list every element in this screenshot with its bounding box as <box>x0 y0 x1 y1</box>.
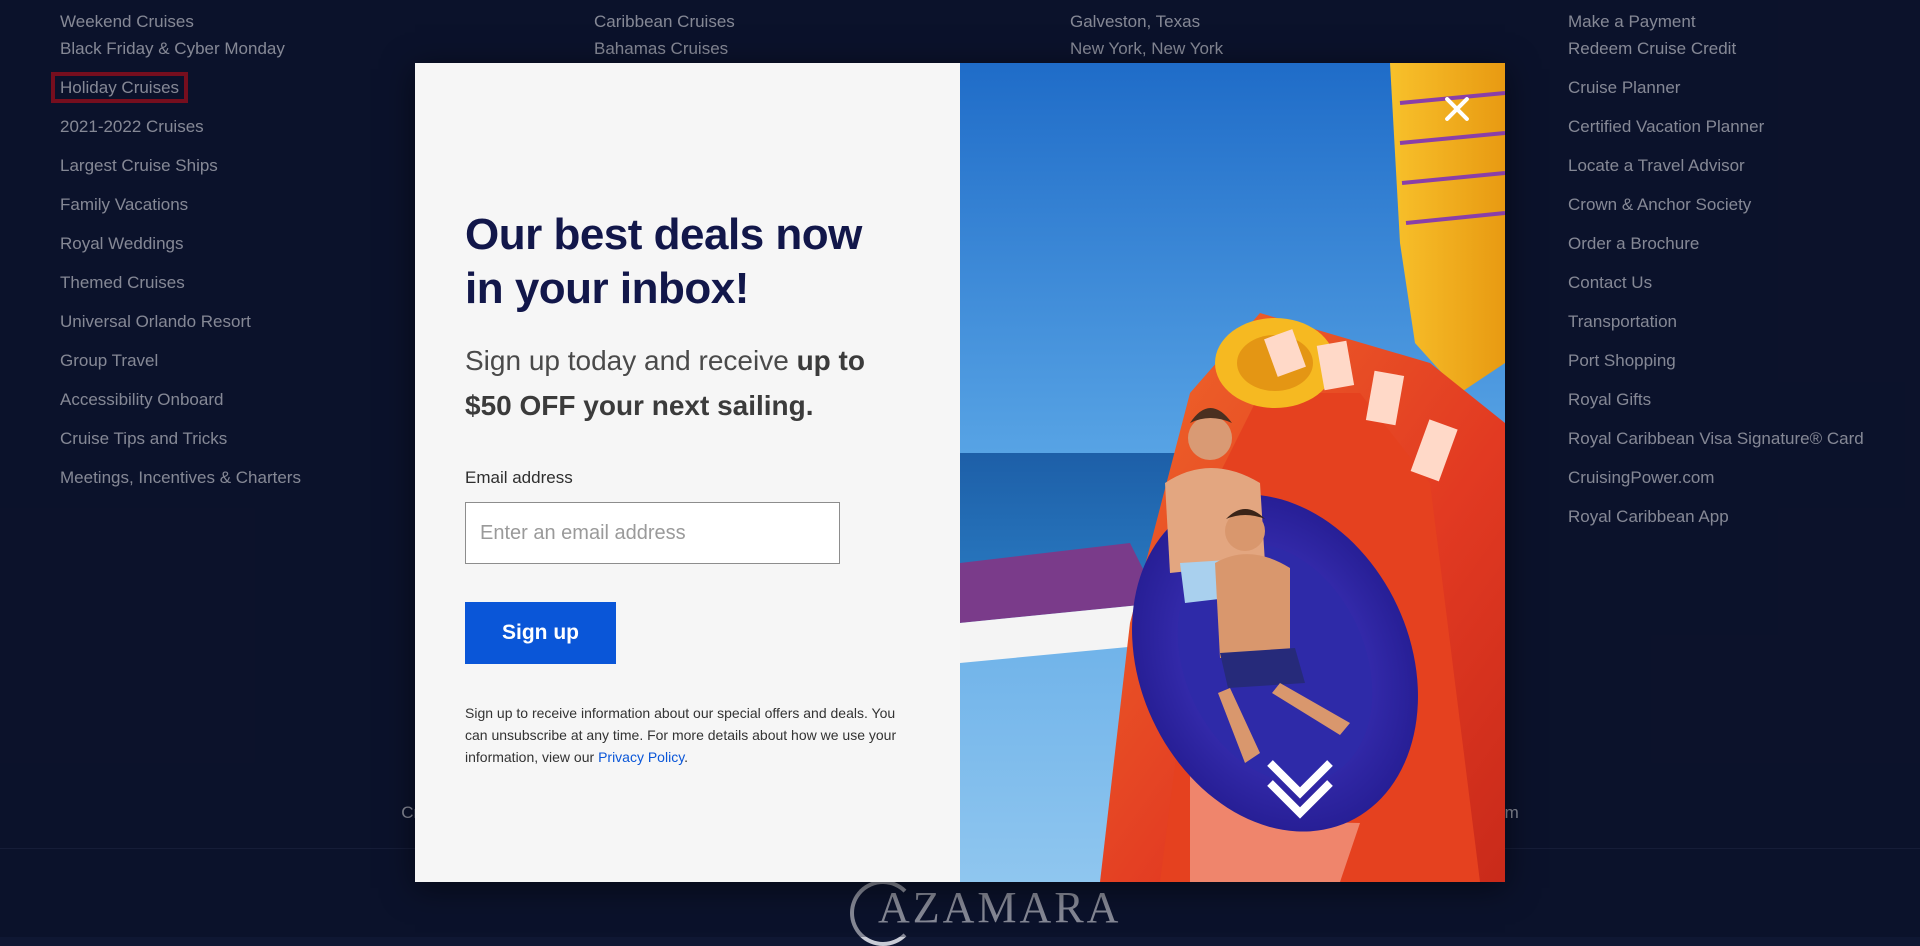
signup-disclaimer: Sign up to receive information about our… <box>465 705 897 765</box>
close-icon[interactable] <box>1439 91 1475 127</box>
email-label: Email address <box>465 468 573 487</box>
modal-hero-image <box>960 63 1505 882</box>
email-field[interactable] <box>465 502 840 564</box>
newsletter-modal: Our best deals now in your inbox! Sign u… <box>415 63 1505 882</box>
waterslide-photo <box>960 63 1505 882</box>
modal-form-panel: Our best deals now in your inbox! Sign u… <box>415 63 960 882</box>
modal-title: Our best deals now in your inbox! <box>465 210 862 313</box>
modal-subtitle: Sign up today and receive up to $50 OFF … <box>465 345 865 421</box>
signup-button[interactable]: Sign up <box>465 602 616 664</box>
privacy-policy-link[interactable]: Privacy Policy <box>598 749 684 765</box>
